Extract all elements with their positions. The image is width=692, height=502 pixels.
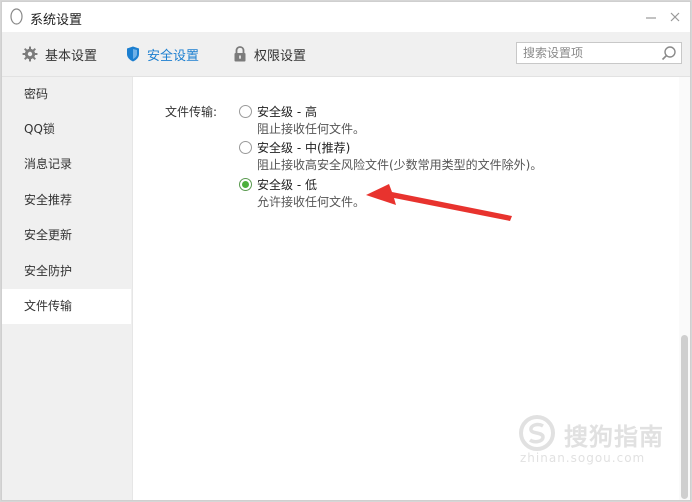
sidebar-item-security-update[interactable]: 安全更新 [2, 218, 131, 253]
tab-label: 权限设置 [254, 48, 307, 64]
sidebar-item-message-history[interactable]: 消息记录 [2, 147, 131, 182]
minimize-icon[interactable] [642, 8, 660, 26]
gear-icon [22, 46, 38, 62]
search-icon[interactable] [661, 45, 677, 61]
settings-window: 系统设置 基本设置 安全设置 权限设置 搜索设置项 密码 QQ锁 消息记录 安全… [1, 1, 691, 501]
option-title[interactable]: 安全级 - 高 [257, 103, 317, 120]
watermark: 搜狗指南 zhinan.sogou.com [514, 415, 674, 465]
tab-permission-settings[interactable]: 权限设置 [233, 32, 306, 76]
toolbar: 基本设置 安全设置 权限设置 [2, 32, 690, 77]
scrollbar[interactable] [679, 77, 690, 500]
option-description: 阻止接收任何文件。 [257, 122, 366, 136]
option-description: 阻止接收高安全风险文件(少数常用类型的文件除外)。 [257, 158, 543, 172]
scrollbar-thumb[interactable] [681, 335, 688, 499]
option-title[interactable]: 安全级 - 低 [257, 176, 317, 193]
qq-logo-icon [10, 8, 23, 25]
watermark-text: 搜狗指南 [564, 423, 664, 451]
option-title[interactable]: 安全级 - 中(推荐) [257, 139, 350, 156]
sidebar-item-file-transfer[interactable]: 文件传输 [2, 289, 131, 324]
close-icon[interactable] [666, 8, 684, 26]
radio-security-medium[interactable] [239, 141, 252, 154]
sidebar-item-security-recommend[interactable]: 安全推荐 [2, 183, 131, 218]
title-bar: 系统设置 [2, 2, 690, 32]
window-title: 系统设置 [30, 13, 83, 28]
tab-label: 基本设置 [45, 48, 98, 64]
radio-security-low[interactable] [239, 178, 252, 191]
option-description: 允许接收任何文件。 [257, 195, 366, 209]
tab-security-settings[interactable]: 安全设置 [126, 32, 199, 76]
sogou-logo-icon [519, 415, 555, 451]
tab-label: 安全设置 [147, 48, 200, 64]
search-input[interactable] [523, 45, 653, 61]
sidebar: 密码 QQ锁 消息记录 安全推荐 安全更新 安全防护 文件传输 [2, 77, 133, 500]
sidebar-item-qq-lock[interactable]: QQ锁 [2, 112, 131, 147]
sidebar-item-security-protection[interactable]: 安全防护 [2, 254, 131, 289]
watermark-url: zhinan.sogou.com [520, 451, 646, 465]
radio-security-high[interactable] [239, 105, 252, 118]
tab-basic-settings[interactable]: 基本设置 [22, 32, 97, 76]
search-box [516, 42, 682, 64]
sidebar-item-password[interactable]: 密码 [2, 77, 131, 112]
lock-icon [234, 46, 246, 62]
file-transfer-label: 文件传输: [165, 105, 218, 119]
shield-icon [127, 46, 139, 62]
